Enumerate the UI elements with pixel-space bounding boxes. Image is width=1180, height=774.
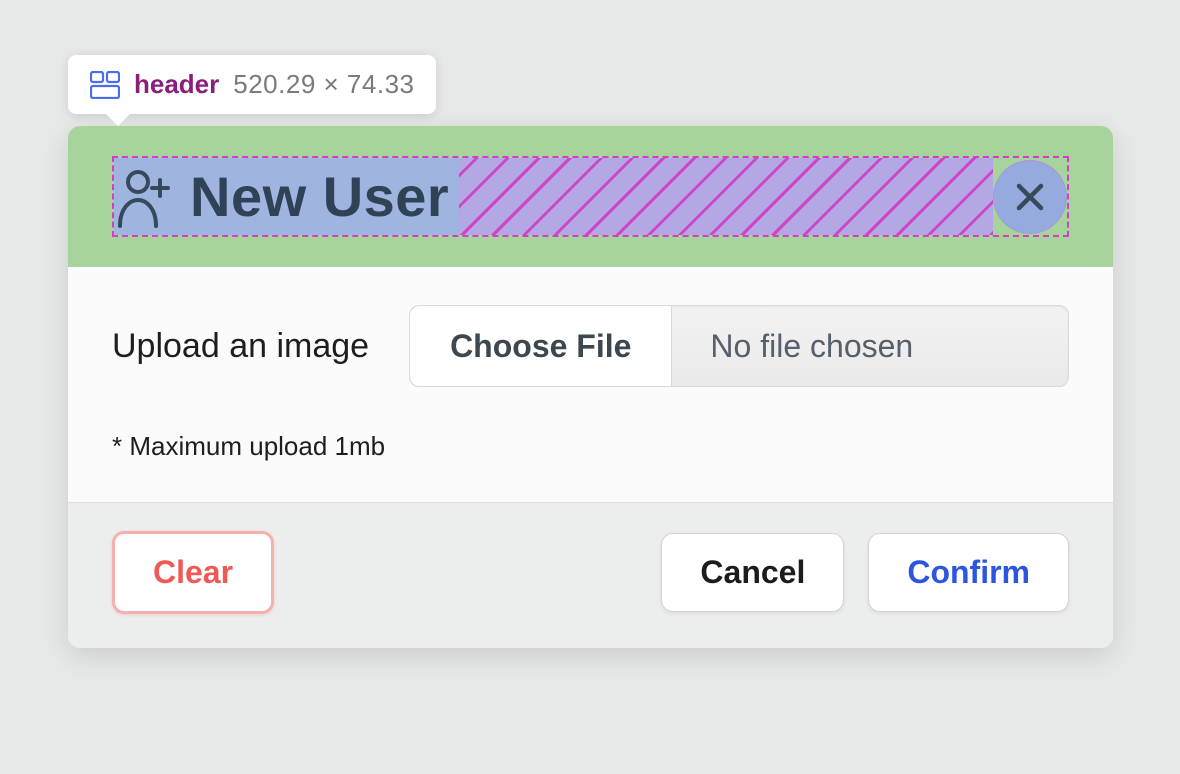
close-button[interactable]	[993, 160, 1067, 234]
clear-button[interactable]: Clear	[112, 531, 274, 614]
devtools-inspector-tooltip: header 520.29 × 74.33	[68, 55, 436, 114]
dialog-footer: Clear Cancel Confirm	[68, 503, 1113, 648]
upload-label: Upload an image	[112, 327, 369, 366]
add-user-icon	[116, 166, 172, 228]
dialog-header-content-overlay: New User	[114, 158, 459, 235]
cancel-button[interactable]: Cancel	[661, 533, 844, 612]
choose-file-button[interactable]: Choose File	[410, 306, 672, 386]
dialog-body: Upload an image Choose File No file chos…	[68, 267, 1113, 503]
upload-hint: * Maximum upload 1mb	[112, 431, 1069, 462]
dialog-title: New User	[190, 164, 449, 229]
inspector-element-tag: header	[134, 69, 219, 100]
close-icon	[1014, 181, 1046, 213]
inspector-element-dimensions: 520.29 × 74.33	[233, 69, 414, 100]
confirm-button[interactable]: Confirm	[868, 533, 1069, 612]
new-user-dialog: New User Upload an image Choose File No …	[68, 126, 1113, 648]
flex-spacer-overlay	[459, 158, 993, 235]
dialog-header: New User	[112, 156, 1069, 237]
file-status-text: No file chosen	[672, 306, 1068, 386]
dialog-header-padding-overlay: New User	[68, 126, 1113, 267]
layout-icon	[90, 71, 120, 99]
file-input[interactable]: Choose File No file chosen	[409, 305, 1069, 387]
upload-row: Upload an image Choose File No file chos…	[112, 305, 1069, 387]
